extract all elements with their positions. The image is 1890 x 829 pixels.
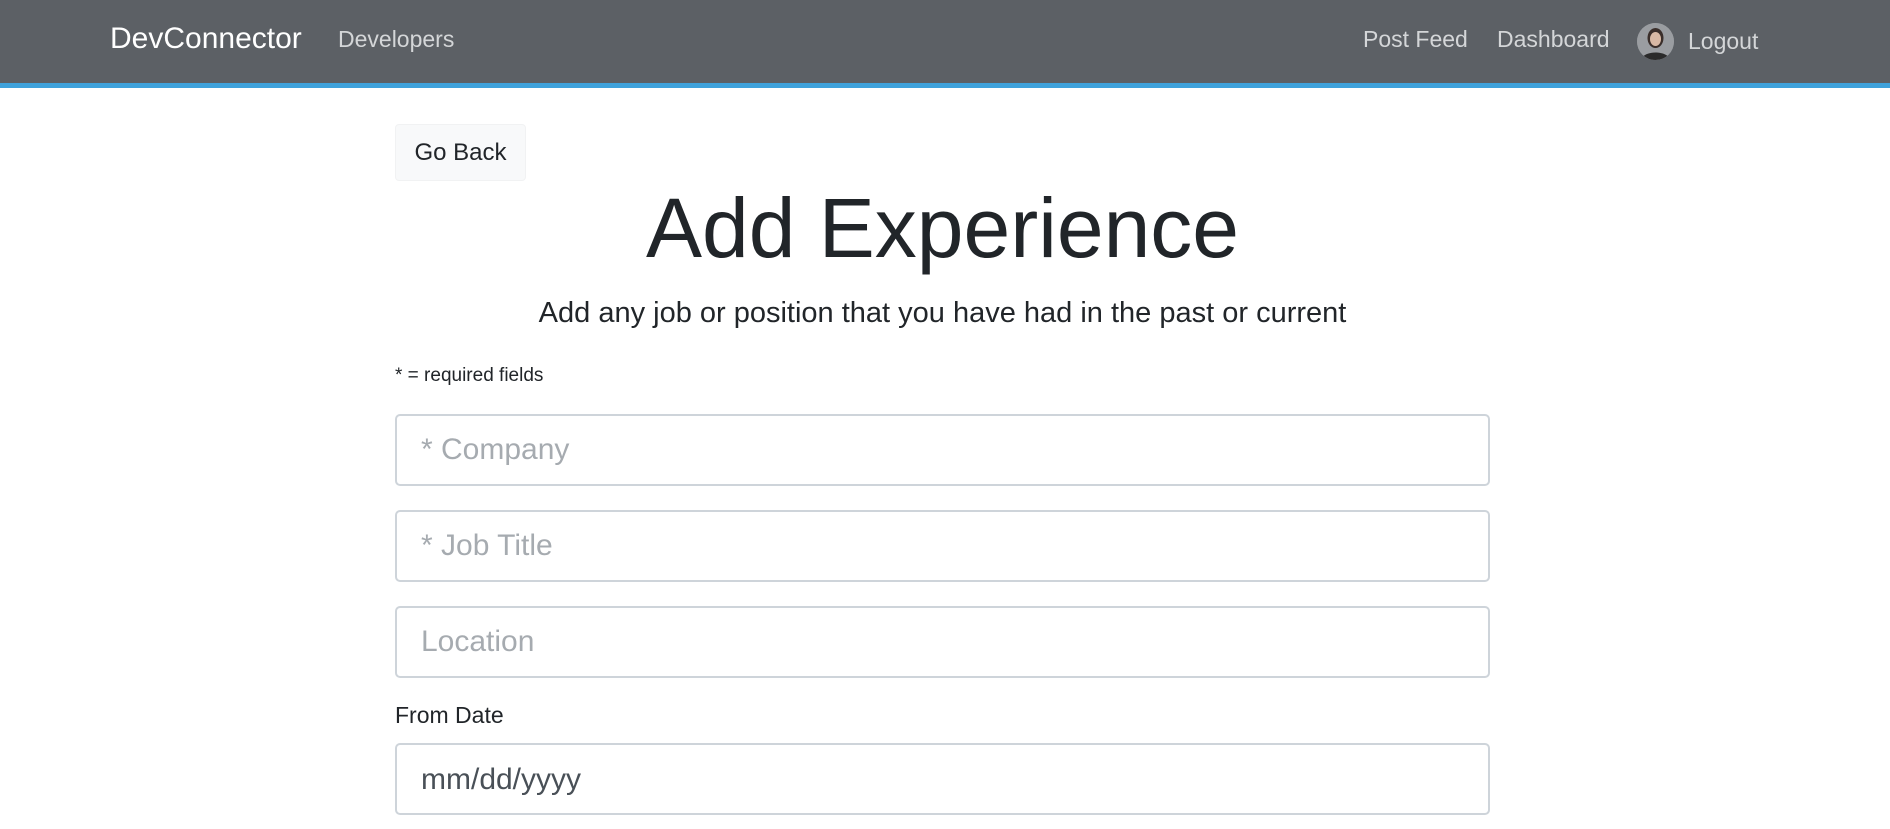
job-title-input[interactable] — [395, 510, 1490, 582]
nav-link-dashboard[interactable]: Dashboard — [1497, 26, 1610, 53]
page-lead: Add any job or position that you have ha… — [538, 297, 1347, 329]
page-title: Add Experience — [645, 181, 1240, 275]
from-date-label: From Date — [395, 702, 504, 728]
logout-link[interactable]: Logout — [1637, 21, 1758, 61]
user-avatar-icon — [1637, 22, 1674, 60]
from-date-input[interactable] — [395, 743, 1490, 815]
required-fields-note: * = required fields — [395, 365, 544, 386]
logout-label: Logout — [1688, 27, 1759, 54]
navbar: DevConnector Developers Post Feed Dashbo… — [0, 0, 1890, 88]
go-back-button[interactable]: Go Back — [395, 124, 526, 181]
brand-logo-link[interactable]: DevConnector — [110, 22, 302, 56]
nav-link-post-feed[interactable]: Post Feed — [1363, 26, 1468, 53]
location-input[interactable] — [395, 606, 1490, 678]
nav-link-developers[interactable]: Developers — [338, 26, 454, 53]
company-input[interactable] — [395, 414, 1490, 486]
